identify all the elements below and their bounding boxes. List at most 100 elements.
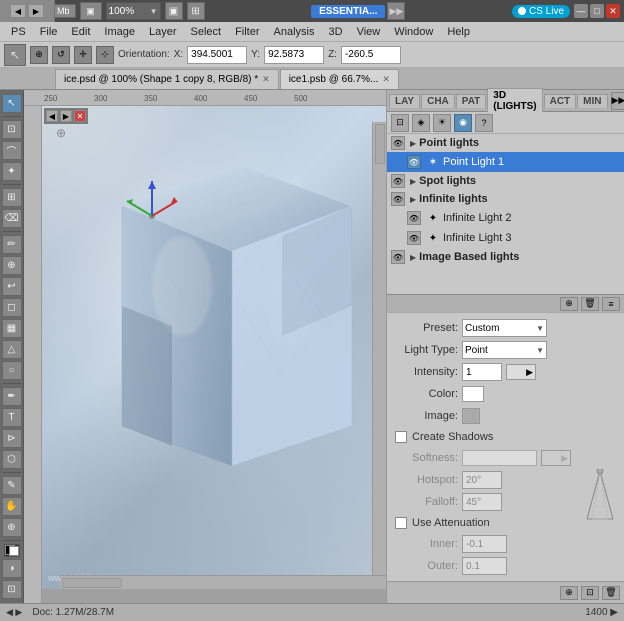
eyedrop-tool[interactable]: ⌫ [2, 209, 22, 228]
menu-analysis[interactable]: Analysis [267, 24, 322, 40]
scrollbar-vertical[interactable] [372, 122, 386, 575]
vis-infinite3[interactable]: 👁 [407, 231, 421, 245]
vis-point-lights[interactable]: 👁 [391, 136, 405, 150]
vis-infinite2[interactable]: 👁 [407, 211, 421, 225]
tool-opt2[interactable]: ↺ [52, 46, 70, 64]
intensity-input[interactable] [462, 363, 502, 381]
tab-act[interactable]: ACT [544, 94, 577, 108]
delete-light-btn[interactable]: 🗑 [581, 297, 599, 311]
close-btn[interactable]: ✕ [606, 4, 620, 18]
tab-lay[interactable]: LAY [389, 94, 420, 108]
tab-cha[interactable]: CHA [421, 94, 455, 108]
tool-select-btn[interactable]: ↖ [4, 44, 26, 66]
add-light-btn[interactable]: ⊕ [560, 297, 578, 311]
zoom-tool[interactable]: ⊕ [2, 518, 22, 537]
screen-mode-btn[interactable]: ⊡ [2, 580, 22, 599]
canvas-content[interactable]: ◀ ▶ ✕ ⊕ www.MISSY UAN.com [42, 106, 386, 589]
tab-3d-lights[interactable]: 3D (LIGHTS) [487, 88, 542, 113]
tab-ice1-psb[interactable]: ice1.psb @ 66.7%... ✕ [280, 69, 399, 89]
fg-bg-color[interactable] [4, 544, 20, 557]
ice-cube-image[interactable]: ◀ ▶ ✕ ⊕ www.MISSY UAN.com [42, 106, 386, 589]
tab-min[interactable]: MIN [577, 94, 607, 108]
pib-material[interactable]: ◈ [412, 114, 430, 132]
crop-tool[interactable]: ⊞ [2, 188, 22, 207]
blur-tool[interactable]: △ [2, 340, 22, 359]
type-tool[interactable]: T [2, 408, 22, 427]
image-picker[interactable] [462, 408, 480, 424]
pib-mesh[interactable]: ⊡ [391, 114, 409, 132]
panel-opts-btn[interactable]: ≡ [602, 297, 620, 311]
workspace-badge[interactable]: ESSENTIA... [311, 5, 385, 18]
pib-help[interactable]: ? [475, 114, 493, 132]
menu-ps[interactable]: PS [4, 24, 33, 40]
dodge-tool[interactable]: ○ [2, 361, 22, 380]
tool-opt1[interactable]: ⊕ [30, 46, 48, 64]
light-item-infinite3[interactable]: 👁 ✦ Infinite Light 3 [387, 228, 624, 248]
stamp-tool[interactable]: ⊕ [2, 256, 22, 275]
z-input[interactable] [341, 46, 401, 64]
marquee-tool[interactable]: ⊡ [2, 120, 22, 139]
section-image-lights[interactable]: 👁 ▶ Image Based lights [387, 248, 624, 266]
arrange-btn[interactable]: ⊞ [187, 2, 205, 20]
hand-tool[interactable]: ✋ [2, 497, 22, 516]
pib-scene[interactable]: ◉ [454, 114, 472, 132]
menu-image[interactable]: Image [97, 24, 142, 40]
wand-tool[interactable]: ✦ [2, 162, 22, 181]
tool-opt3[interactable]: ✛ [74, 46, 92, 64]
menu-filter[interactable]: Filter [228, 24, 266, 40]
tab-scroll-right[interactable]: ▶ [28, 4, 44, 18]
scrollbar-h-thumb[interactable] [62, 578, 122, 588]
vis-image-lights[interactable]: 👁 [391, 250, 405, 264]
tool-opt4[interactable]: ⊹ [96, 46, 114, 64]
color-swatch[interactable] [462, 386, 484, 402]
tab-ice1-close[interactable]: ✕ [382, 74, 390, 85]
cs-live-badge[interactable]: CS Live [512, 5, 570, 18]
menu-layer[interactable]: Layer [142, 24, 184, 40]
section-spot-lights[interactable]: 👁 ▶ Spot lights [387, 172, 624, 190]
canvas-tool1[interactable]: ◀ [46, 110, 58, 122]
scrollbar-horizontal[interactable] [60, 575, 386, 589]
eraser-tool[interactable]: ◻ [2, 298, 22, 317]
x-input[interactable] [187, 46, 247, 64]
pen-tool[interactable]: ✒ [2, 387, 22, 406]
panel-foot-btn2[interactable]: ⊡ [581, 586, 599, 600]
canvas-close[interactable]: ✕ [74, 110, 86, 122]
menu-edit[interactable]: Edit [64, 24, 97, 40]
brush-tool[interactable]: ✏ [2, 235, 22, 254]
menu-select[interactable]: Select [184, 24, 229, 40]
quick-mask-btn[interactable]: ◑ [2, 559, 22, 578]
light-item-point1[interactable]: 👁 ✶ Point Light 1 [387, 152, 624, 172]
vis-infinite-lights[interactable]: 👁 [391, 192, 405, 206]
tab-pat[interactable]: PAT [456, 94, 487, 108]
light-type-dropdown[interactable]: Point ▼ [462, 341, 547, 359]
menu-window[interactable]: Window [387, 24, 440, 40]
section-point-lights[interactable]: 👁 ▶ Point lights [387, 134, 624, 152]
menu-file[interactable]: File [33, 24, 65, 40]
view-btn[interactable]: ▣ [165, 2, 183, 20]
panel-forward-btn[interactable]: ▶▶ [611, 92, 624, 110]
create-shadows-checkbox[interactable] [395, 431, 407, 443]
vis-spot-lights[interactable]: 👁 [391, 174, 405, 188]
zoom-mode-btn[interactable]: ▣ [80, 2, 102, 20]
preset-dropdown[interactable]: Custom ▼ [462, 319, 547, 337]
intensity-slider[interactable]: ▶ [506, 364, 536, 380]
tab-ice-psd[interactable]: ice.psd @ 100% (Shape 1 copy 8, RGB/8) *… [55, 69, 279, 89]
zoom-dropdown[interactable]: 100% ▼ [106, 2, 161, 20]
tab-scroll-left[interactable]: ◀ [10, 4, 26, 18]
pib-light[interactable]: ☀ [433, 114, 451, 132]
minimize-btn[interactable]: — [574, 4, 588, 18]
history-tool[interactable]: ↩ [2, 277, 22, 296]
y-input[interactable] [264, 46, 324, 64]
tab-ice-close[interactable]: ✕ [262, 74, 270, 85]
gradient-tool[interactable]: ▦ [2, 319, 22, 338]
move-tool[interactable]: ↖ [2, 94, 22, 113]
canvas-tool2[interactable]: ▶ [60, 110, 72, 122]
panel-foot-btn1[interactable]: ⊕ [560, 586, 578, 600]
menu-3d[interactable]: 3D [322, 24, 350, 40]
light-item-infinite2[interactable]: 👁 ✦ Infinite Light 2 [387, 208, 624, 228]
path-tool[interactable]: ⊳ [2, 429, 22, 448]
note-tool[interactable]: ✎ [2, 476, 22, 495]
panel-foot-btn3[interactable]: 🗑 [602, 586, 620, 600]
menu-help[interactable]: Help [440, 24, 477, 40]
menu-view[interactable]: View [350, 24, 388, 40]
